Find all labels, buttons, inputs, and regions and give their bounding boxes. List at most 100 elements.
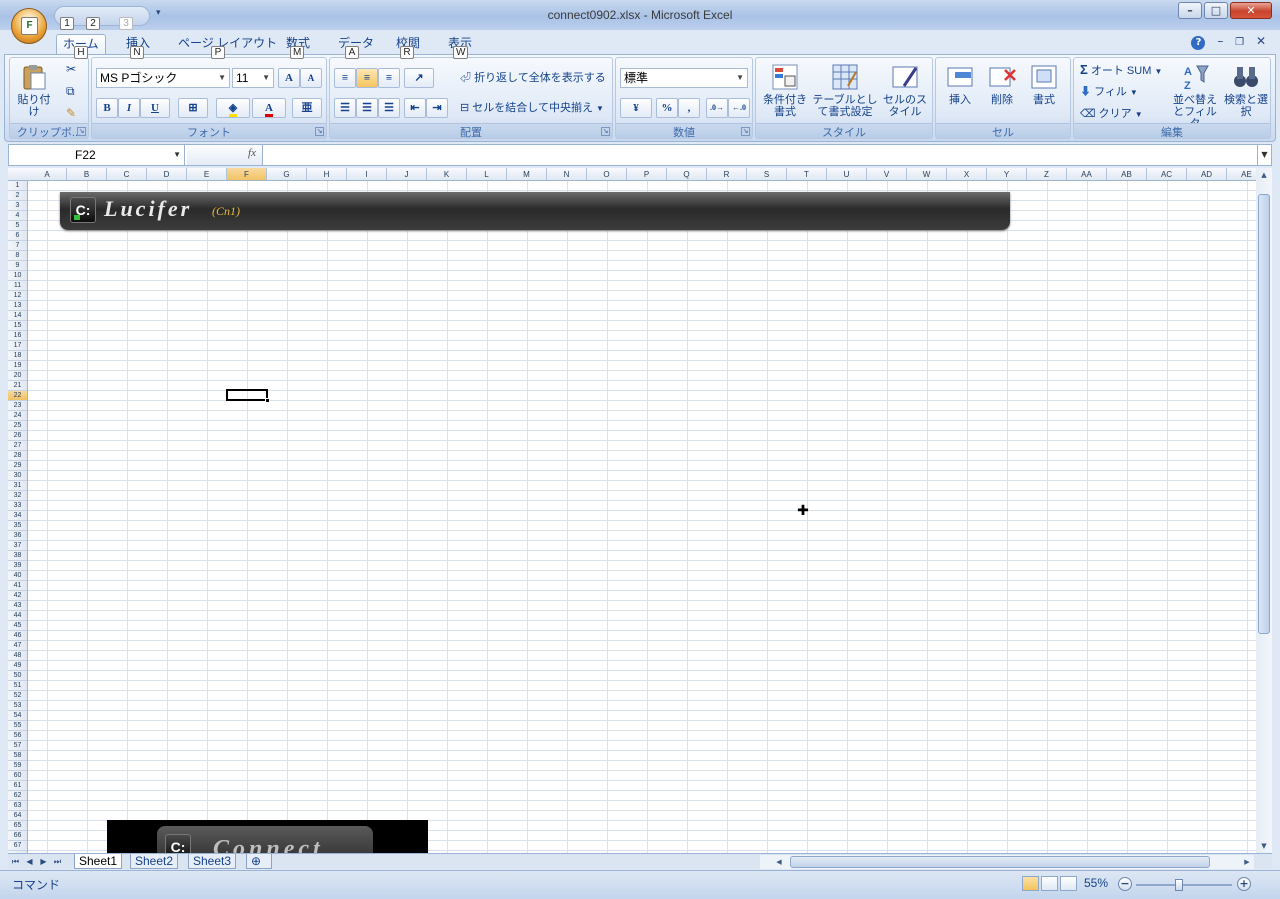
column-header-i[interactable]: I [347,168,387,180]
wrap-text-button[interactable]: ⏎ 折り返して全体を表示する [460,68,606,88]
tab-page-layout[interactable]: ページ レイアウト [172,34,283,54]
row-header-39[interactable]: 39 [8,561,27,571]
column-header-f[interactable]: F [227,168,267,180]
scroll-down-icon[interactable]: ▼ [1256,839,1272,853]
row-header-2[interactable]: 2 [8,191,27,201]
shrink-font-button[interactable]: A [300,68,322,88]
row-header-27[interactable]: 27 [8,441,27,451]
font-color-button[interactable]: A [252,98,286,118]
column-header-z[interactable]: Z [1027,168,1067,180]
column-header-a[interactable]: A [28,168,67,180]
font-launcher-icon[interactable]: ↘ [315,127,324,136]
row-header-1[interactable]: 1 [8,181,27,191]
decrease-decimal-button[interactable]: ←.0 [728,98,750,118]
row-header-57[interactable]: 57 [8,741,27,751]
conditional-formatting-button[interactable]: 条件付き書式 [758,62,812,118]
row-header-48[interactable]: 48 [8,651,27,661]
row-header-54[interactable]: 54 [8,711,27,721]
column-header-n[interactable]: N [547,168,587,180]
increase-decimal-button[interactable]: .0→ [706,98,728,118]
paste-button[interactable]: 貼り付け [14,62,54,118]
row-header-32[interactable]: 32 [8,491,27,501]
copy-icon[interactable]: ⧉ [66,84,75,99]
row-header-50[interactable]: 50 [8,671,27,681]
row-header-4[interactable]: 4 [8,211,27,221]
row-header-13[interactable]: 13 [8,301,27,311]
active-cell[interactable] [226,389,270,403]
row-header-67[interactable]: 67 [8,841,27,851]
column-header-h[interactable]: H [307,168,347,180]
row-header-37[interactable]: 37 [8,541,27,551]
column-header-s[interactable]: S [747,168,787,180]
format-painter-icon[interactable]: ✎ [66,106,76,120]
align-top-button[interactable]: ≡ [334,68,356,88]
clear-button[interactable]: ⌫ クリア ▼ [1080,104,1143,124]
row-header-33[interactable]: 33 [8,501,27,511]
row-header-38[interactable]: 38 [8,551,27,561]
align-center-button[interactable]: ☰ [356,98,378,118]
zoom-level[interactable]: 55% [1084,876,1108,890]
row-header-23[interactable]: 23 [8,401,27,411]
page-layout-view-button[interactable] [1041,876,1058,891]
worksheet-grid[interactable]: C: Lucifer (Cn1) C: Connect [28,181,1256,853]
number-launcher-icon[interactable]: ↘ [741,127,750,136]
column-header-t[interactable]: T [787,168,827,180]
row-header-64[interactable]: 64 [8,811,27,821]
row-header-11[interactable]: 11 [8,281,27,291]
row-header-51[interactable]: 51 [8,681,27,691]
column-header-ab[interactable]: AB [1107,168,1147,180]
row-header-59[interactable]: 59 [8,761,27,771]
row-header-19[interactable]: 19 [8,361,27,371]
row-header-18[interactable]: 18 [8,351,27,361]
insert-sheet-button[interactable]: ⊕ [246,854,272,869]
next-sheet-icon[interactable]: ▶ [38,855,49,868]
first-sheet-icon[interactable]: ⏮ [10,855,21,868]
insert-function-icon[interactable]: fx [248,147,256,159]
workbook-minimize-icon[interactable]: – [1217,34,1223,48]
fill-handle[interactable] [265,398,270,403]
scroll-up-icon[interactable]: ▲ [1256,168,1272,182]
row-header-12[interactable]: 12 [8,291,27,301]
workbook-restore-icon[interactable]: ❐ [1235,37,1244,48]
workbook-close-icon[interactable]: ✕ [1256,34,1266,48]
column-header-m[interactable]: M [507,168,547,180]
row-header-17[interactable]: 17 [8,341,27,351]
align-right-button[interactable]: ☰ [378,98,400,118]
column-header-d[interactable]: D [147,168,187,180]
row-header-3[interactable]: 3 [8,201,27,211]
comma-button[interactable]: , [678,98,700,118]
row-header-56[interactable]: 56 [8,731,27,741]
column-header-ae[interactable]: AE [1227,168,1256,180]
horizontal-scroll-thumb[interactable] [790,856,1210,868]
expand-formula-bar-icon[interactable]: ▼ [1257,145,1271,165]
row-header-53[interactable]: 53 [8,701,27,711]
row-header-63[interactable]: 63 [8,801,27,811]
cell-styles-button[interactable]: セルのスタイル [878,62,932,118]
row-header-34[interactable]: 34 [8,511,27,521]
row-header-8[interactable]: 8 [8,251,27,261]
decrease-indent-button[interactable]: ⇤ [404,98,426,118]
row-header-24[interactable]: 24 [8,411,27,421]
row-header-29[interactable]: 29 [8,461,27,471]
column-header-p[interactable]: P [627,168,667,180]
vertical-scrollbar[interactable]: ▲ ▼ [1256,168,1272,853]
row-header-31[interactable]: 31 [8,481,27,491]
page-break-view-button[interactable] [1060,876,1077,891]
column-header-y[interactable]: Y [987,168,1027,180]
row-header-22[interactable]: 22 [8,391,27,401]
row-header-44[interactable]: 44 [8,611,27,621]
last-sheet-icon[interactable]: ⏭ [52,855,63,868]
row-header-15[interactable]: 15 [8,321,27,331]
percent-button[interactable]: % [656,98,678,118]
scroll-right-icon[interactable]: ▶ [1240,855,1254,869]
row-header-21[interactable]: 21 [8,381,27,391]
row-header-66[interactable]: 66 [8,831,27,841]
align-left-button[interactable]: ☰ [334,98,356,118]
row-header-10[interactable]: 10 [8,271,27,281]
number-format-select[interactable]: 標準 ▼ [620,68,748,88]
row-header-14[interactable]: 14 [8,311,27,321]
sort-filter-button[interactable]: AZ 並べ替えとフィルタ [1168,62,1222,130]
minimize-button[interactable]: – [1178,2,1202,19]
row-header-30[interactable]: 30 [8,471,27,481]
column-header-k[interactable]: K [427,168,467,180]
